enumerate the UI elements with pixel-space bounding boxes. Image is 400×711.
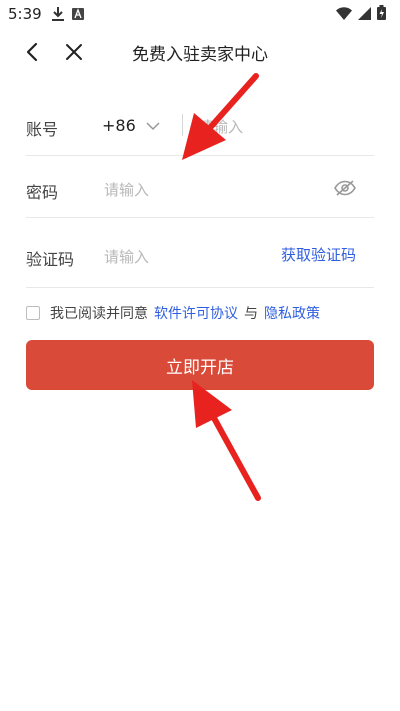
agree-checkbox[interactable] (26, 306, 40, 320)
status-time: 5:39 (8, 5, 42, 23)
agreement-and: 与 (244, 306, 258, 322)
page-title: 免费入驻卖家中心 (132, 45, 268, 65)
agreement: 我已阅读并同意 软件许可协议 与 隐私政策 (26, 303, 326, 323)
verify-input[interactable]: 请输入 (104, 246, 149, 267)
country-code-select[interactable]: +86 (102, 116, 160, 135)
password-row: 密码 请输入 (26, 156, 374, 218)
top-bar: 免费入驻卖家中心 (0, 28, 400, 74)
verify-row: 验证码 请输入 获取验证码 (26, 218, 374, 288)
font-a-icon (71, 8, 84, 20)
account-row: 账号 +86 请输入 (26, 96, 374, 156)
account-label: 账号 (26, 120, 59, 139)
signal-icon (358, 5, 371, 24)
status-bar: 5:39 (0, 0, 400, 28)
verify-label: 验证码 (26, 250, 75, 269)
battery-icon (377, 5, 386, 24)
account-input[interactable]: 请输入 (198, 116, 243, 137)
open-store-button[interactable]: 立即开店 (26, 340, 374, 390)
country-code-value: +86 (102, 116, 136, 135)
password-label: 密码 (26, 183, 59, 202)
download-icon (51, 7, 64, 21)
divider (182, 114, 183, 136)
chevron-down-icon (146, 116, 160, 135)
license-link[interactable]: 软件许可协议 (154, 303, 238, 323)
annotation-arrow-bottom (192, 380, 261, 501)
wifi-icon (336, 5, 352, 24)
agreement-prefix: 我已阅读并同意 (50, 306, 148, 322)
password-input[interactable]: 请输入 (104, 179, 149, 200)
eye-off-icon[interactable] (334, 180, 356, 196)
privacy-link[interactable]: 隐私政策 (264, 303, 320, 323)
get-code-button[interactable]: 获取验证码 (281, 244, 356, 265)
